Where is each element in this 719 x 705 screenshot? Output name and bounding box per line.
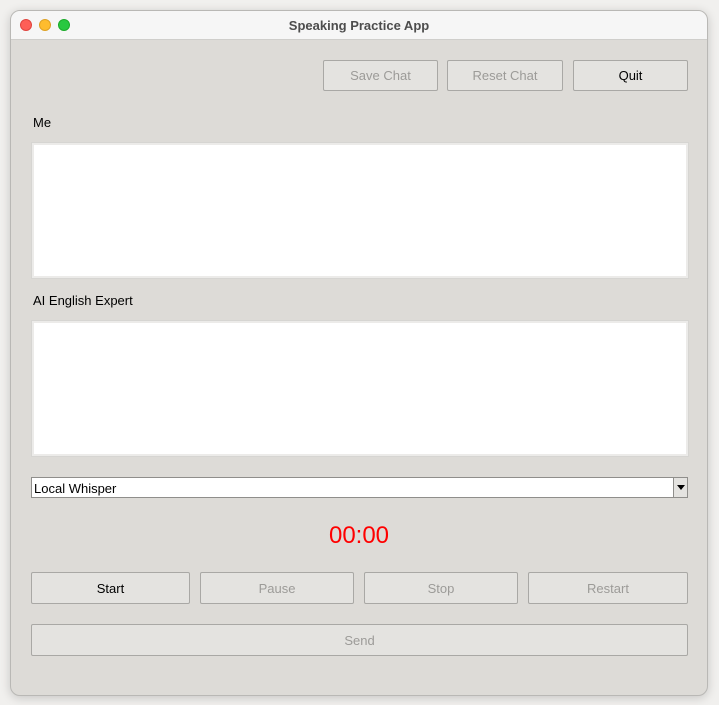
restart-button[interactable]: Restart <box>528 572 688 604</box>
window-title: Speaking Practice App <box>288 18 430 33</box>
save-chat-button[interactable]: Save Chat <box>323 60 438 91</box>
start-button[interactable]: Start <box>31 572 190 604</box>
app-window: Speaking Practice App Save Chat Reset Ch… <box>10 10 708 696</box>
ai-expert-label: AI English Expert <box>33 293 133 308</box>
pause-button[interactable]: Pause <box>200 572 354 604</box>
me-label: Me <box>33 115 52 130</box>
dropdown-arrow-icon[interactable] <box>673 478 687 497</box>
recording-timer: 00:00 <box>328 522 390 549</box>
engine-dropdown[interactable]: Local Whisper <box>31 477 688 498</box>
me-text-area[interactable] <box>31 142 689 279</box>
engine-dropdown-value: Local Whisper <box>34 481 117 496</box>
stop-button[interactable]: Stop <box>364 572 518 604</box>
quit-button[interactable]: Quit <box>573 60 688 91</box>
ai-expert-text-area[interactable] <box>31 320 689 457</box>
send-button[interactable]: Send <box>31 624 688 656</box>
title-bar: Speaking Practice App <box>11 11 707 40</box>
reset-chat-button[interactable]: Reset Chat <box>447 60 563 91</box>
